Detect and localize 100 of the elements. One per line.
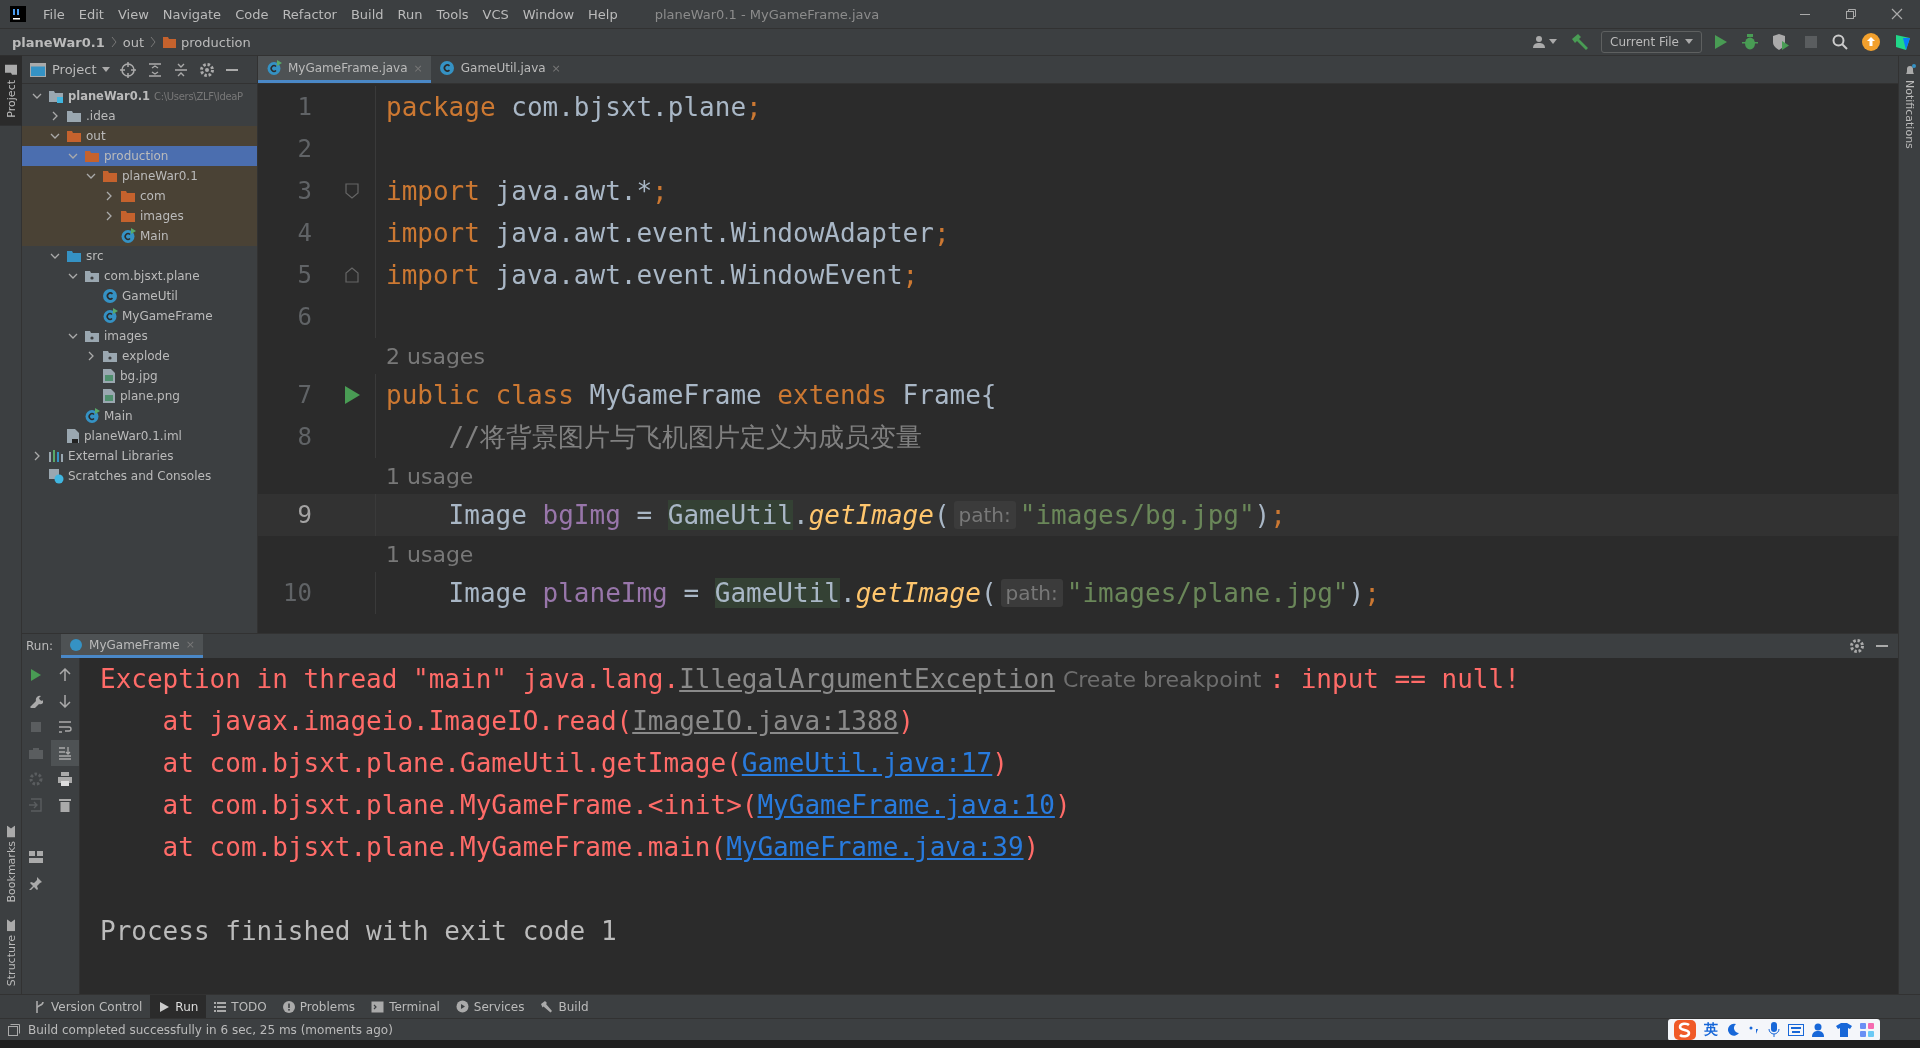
usages-hint[interactable]: 2 usages — [386, 343, 485, 369]
runnable-class-icon — [102, 308, 118, 324]
project-view-dropdown[interactable]: Project — [30, 62, 111, 77]
window-icon — [30, 62, 46, 77]
tree-item[interactable]: Main — [22, 406, 257, 426]
console-text: at com.bjsxt.plane.MyGameFrame.main( — [161, 832, 727, 862]
tool-window-tab[interactable]: Run — [150, 994, 207, 1019]
console-text: at com.bjsxt.plane.GameUtil.getImage( — [161, 748, 742, 778]
menu-item[interactable]: View — [110, 6, 156, 22]
play-icon — [158, 1000, 171, 1013]
tool-window-button[interactable]: Structure — [0, 910, 22, 994]
console-tab[interactable]: MyGameFrame × — [61, 634, 203, 658]
tool-window-tab[interactable]: Problems — [274, 994, 364, 1019]
tree-item[interactable]: images — [22, 326, 257, 346]
console-text: ) — [898, 706, 914, 736]
menu-item[interactable]: Edit — [71, 6, 111, 22]
stop-icon — [30, 721, 43, 733]
keyboard-icon — [1788, 1023, 1804, 1036]
folder-icon — [4, 64, 17, 76]
stack-trace-link[interactable]: MyGameFrame.java:10 — [757, 790, 1055, 820]
stack-trace-link[interactable]: GameUtil.java:17 — [741, 748, 993, 778]
tree-item[interactable]: planeWar0.1.iml — [22, 426, 257, 446]
tree-item[interactable]: explode — [22, 346, 257, 366]
camera-icon — [29, 747, 44, 759]
tree-item[interactable]: com.bjsxt.plane — [22, 266, 257, 286]
shirt-icon — [1836, 1022, 1852, 1037]
status-message[interactable]: Build completed successfully in 6 sec, 25 ms (moments ago) — [28, 1022, 393, 1037]
scroll-to-end-button[interactable] — [50, 740, 79, 766]
menu-item[interactable]: Tools — [429, 6, 476, 22]
tree-item[interactable]: GameUtil — [22, 286, 257, 306]
package-folder-icon — [102, 348, 118, 364]
tool-window-button[interactable]: Project — [0, 56, 22, 126]
collapse-all-icon — [174, 62, 189, 77]
menu-item[interactable]: Run — [390, 6, 430, 22]
tool-window-tab[interactable]: TODO — [206, 994, 275, 1019]
stop-icon — [1804, 35, 1818, 49]
editor-tab[interactable]: MyGameFrame.java × — [258, 56, 431, 83]
update-button[interactable] — [1860, 31, 1882, 53]
account-button[interactable] — [1531, 33, 1560, 51]
console-text: ) — [992, 748, 1008, 778]
editor-tab[interactable]: GameUtil.java × — [430, 56, 569, 83]
line-number: 5 — [296, 261, 313, 289]
tool-window-tab[interactable]: Version Control — [26, 994, 151, 1019]
input-method-bar[interactable]: 英 — [1668, 1018, 1880, 1041]
tool-window-tab[interactable]: Build — [532, 994, 597, 1019]
usages-hint[interactable]: 1 usage — [386, 541, 474, 567]
tree-item[interactable]: MyGameFrame — [22, 306, 257, 326]
wrap-icon — [57, 720, 72, 734]
run-configuration-dropdown[interactable]: Current File — [1601, 31, 1702, 53]
stack-trace-link[interactable]: IllegalArgumentException — [679, 664, 1055, 694]
settings-button[interactable] — [1848, 637, 1866, 655]
tool-window-button[interactable]: Bookmarks — [0, 817, 22, 911]
tree-item[interactable]: planeWar0.1 — [22, 166, 257, 186]
pin-icon — [29, 876, 44, 890]
stack-trace-link[interactable]: ImageIO.java:1388 — [632, 706, 899, 736]
tree-item[interactable]: planeWar0.1 C:\Users\ZLF\IdeaP — [22, 86, 257, 106]
coverage-button[interactable] — [1770, 32, 1792, 52]
usages-hint[interactable]: 1 usage — [386, 463, 474, 489]
shield-play-icon — [1772, 34, 1790, 50]
breadcrumb[interactable]: production — [162, 34, 251, 50]
scratches-icon — [48, 468, 64, 484]
tool-window-tab[interactable]: Services — [447, 994, 533, 1019]
trash-icon — [58, 798, 71, 812]
breadcrumb[interactable]: planeWar0.1 — [12, 34, 105, 50]
tree-item[interactable]: External Libraries — [22, 446, 257, 466]
grid-icon — [1860, 1022, 1874, 1037]
debug-button[interactable] — [1740, 32, 1760, 52]
menu-item[interactable]: VCS — [475, 6, 516, 22]
menu-item[interactable]: Window — [515, 6, 582, 22]
tree-item[interactable]: images — [22, 206, 257, 226]
tree-item[interactable]: Main — [22, 226, 257, 246]
menu-item[interactable]: File — [36, 6, 72, 22]
console-text: ) — [1054, 790, 1071, 820]
code-line: import java.awt.event.WindowEvent; — [385, 260, 919, 290]
tree-item[interactable]: com — [22, 186, 257, 206]
caret-icon — [102, 66, 111, 73]
tree-item[interactable]: .idea — [22, 106, 257, 126]
search-button[interactable] — [1830, 32, 1850, 52]
breadcrumb[interactable]: out — [122, 34, 144, 50]
menu-item[interactable]: Help — [581, 6, 625, 22]
tree-item[interactable]: plane.png — [22, 386, 257, 406]
tree-item[interactable]: src — [22, 246, 257, 266]
menu-item[interactable]: Navigate — [155, 6, 229, 22]
line-number: 10 — [282, 579, 313, 607]
menu-item[interactable]: Code — [228, 6, 276, 22]
tree-item[interactable]: out — [22, 126, 257, 146]
locate-button[interactable] — [118, 59, 139, 80]
tree-item[interactable]: bg.jpg — [22, 366, 257, 386]
folder-icon — [162, 35, 176, 49]
stack-trace-link[interactable]: MyGameFrame.java:39 — [726, 832, 1024, 862]
settings-button[interactable] — [198, 60, 217, 79]
bookmark-icon — [5, 918, 16, 931]
line-number: 9 — [296, 501, 313, 529]
tool-window-button[interactable]: Notifications — [1898, 56, 1920, 157]
menu-item[interactable]: Refactor — [275, 6, 344, 22]
tree-item[interactable]: Scratches and Consoles — [22, 466, 257, 486]
exit-icon — [29, 798, 44, 812]
tool-window-tab[interactable]: Terminal — [363, 994, 448, 1019]
menu-item[interactable]: Build — [343, 6, 391, 22]
services-icon — [455, 1000, 469, 1013]
